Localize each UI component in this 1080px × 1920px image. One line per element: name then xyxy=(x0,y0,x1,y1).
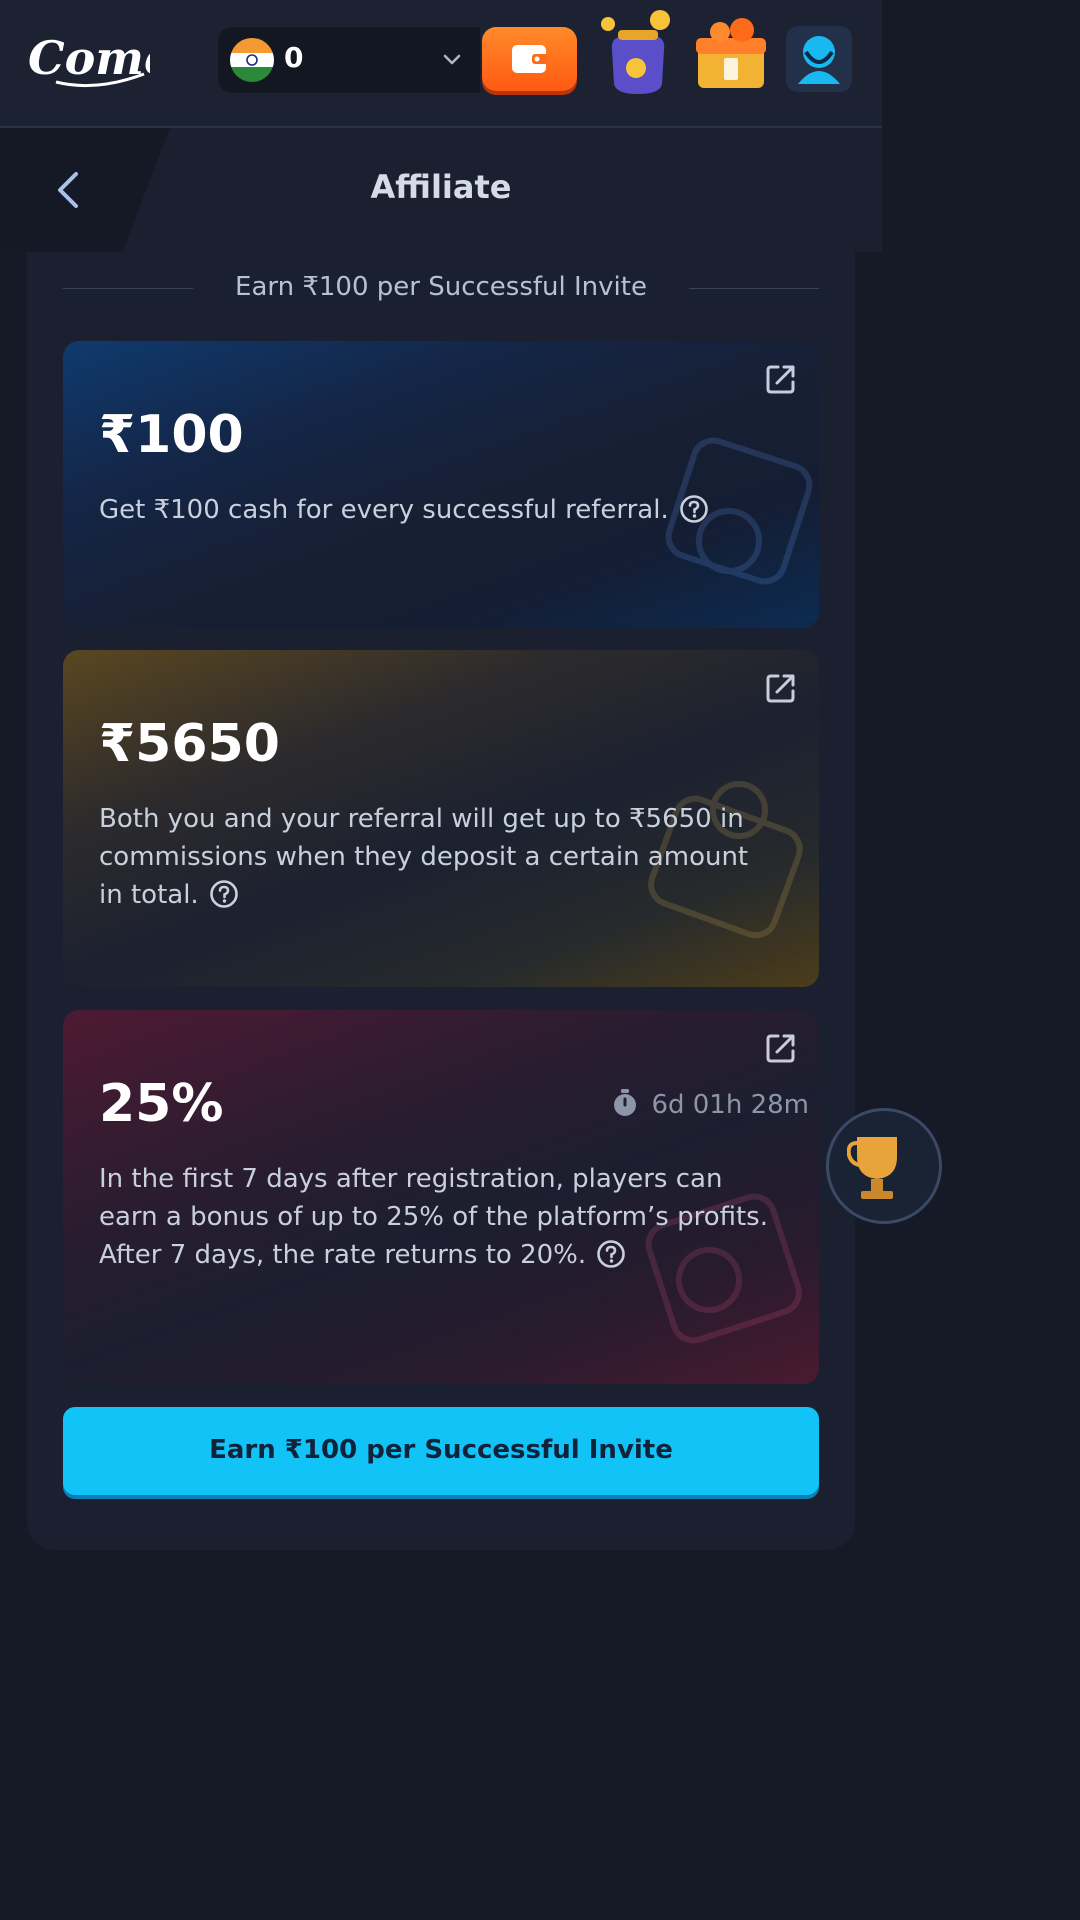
card-description: Both you and your referral will get up t… xyxy=(99,800,779,914)
floating-trophy-button[interactable] xyxy=(826,1108,942,1224)
commission-card: ₹5650 Both you and your referral will ge… xyxy=(63,650,819,987)
profit-bonus-card: 25% 6d 01h 28m In the first 7 days after… xyxy=(63,1010,819,1384)
wallet-button[interactable] xyxy=(482,27,577,91)
share-icon[interactable] xyxy=(763,361,799,397)
card-description-text: Get ₹100 cash for every successful refer… xyxy=(99,495,669,525)
share-icon[interactable] xyxy=(763,670,799,706)
affiliate-panel: Earn ₹100 per Successful Invite ₹100 Get… xyxy=(27,252,855,1550)
card-amount: ₹100 xyxy=(99,405,244,465)
india-flag-icon xyxy=(230,38,274,82)
invite-button[interactable]: Earn ₹100 per Successful Invite xyxy=(63,1407,819,1495)
divider-line-right xyxy=(689,288,819,289)
share-icon[interactable] xyxy=(763,1030,799,1066)
help-icon[interactable] xyxy=(679,494,709,524)
page-title: Affiliate xyxy=(370,168,512,206)
card-amount: ₹5650 xyxy=(99,714,280,774)
avatar[interactable] xyxy=(786,26,852,92)
card-description: In the first 7 days after registration, … xyxy=(99,1160,779,1274)
wallet-icon xyxy=(512,45,548,73)
stopwatch-icon xyxy=(614,1089,637,1116)
avatar-icon xyxy=(798,36,840,84)
section-divider: Earn ₹100 per Successful Invite xyxy=(63,272,819,306)
top-bar: Come 0 xyxy=(0,0,882,128)
chevron-down-icon[interactable] xyxy=(440,47,464,71)
balance-amount: 0 xyxy=(284,41,304,74)
card-description-text: Both you and your referral will get up t… xyxy=(99,804,749,910)
treasure-jar-icon[interactable] xyxy=(596,6,682,98)
card-description-text: In the first 7 days after registration, … xyxy=(99,1164,768,1270)
help-icon[interactable] xyxy=(596,1239,626,1269)
help-icon[interactable] xyxy=(209,879,239,909)
card-description: Get ₹100 cash for every successful refer… xyxy=(99,491,779,529)
timer-text: 6d 01h 28m xyxy=(651,1090,809,1120)
gift-chest-icon[interactable] xyxy=(690,6,776,98)
card-amount: 25% xyxy=(99,1074,224,1134)
referral-cash-card: ₹100 Get ₹100 cash for every successful … xyxy=(63,341,819,628)
section-heading: Earn ₹100 per Successful Invite xyxy=(235,272,647,302)
balance-selector[interactable]: 0 xyxy=(218,27,480,93)
page-header: Affiliate xyxy=(0,128,882,252)
come-logo[interactable]: Come xyxy=(26,22,150,92)
trophy-icon xyxy=(847,1137,897,1199)
countdown-timer: 6d 01h 28m xyxy=(611,1088,809,1120)
